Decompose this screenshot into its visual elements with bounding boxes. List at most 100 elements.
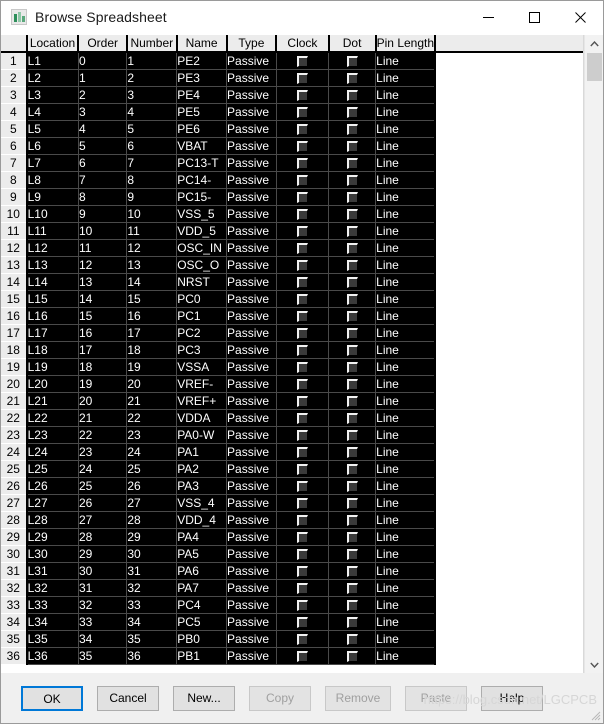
scrollbar-track[interactable] <box>585 81 603 656</box>
dot-checkbox[interactable] <box>346 430 358 442</box>
clock-checkbox[interactable] <box>296 566 308 578</box>
row-number-header[interactable]: 21 <box>1 392 28 410</box>
cell-pin-length[interactable]: Line <box>375 188 437 206</box>
cell-dot[interactable] <box>328 562 377 580</box>
cell-clock[interactable] <box>276 52 330 70</box>
cell-name[interactable]: PA2 <box>176 460 228 478</box>
cell-location[interactable]: L20 <box>26 375 79 393</box>
cell-number[interactable]: 23 <box>126 426 178 444</box>
cell-name[interactable]: VSS_4 <box>176 494 228 512</box>
cell-number[interactable]: 9 <box>126 188 178 206</box>
row-number-header[interactable]: 18 <box>1 341 28 359</box>
cell-clock[interactable] <box>276 69 330 87</box>
dot-checkbox[interactable] <box>346 583 358 595</box>
dot-checkbox[interactable] <box>346 90 358 102</box>
dot-checkbox[interactable] <box>346 175 358 187</box>
cell-pin-length[interactable]: Line <box>375 290 437 308</box>
cell-type[interactable]: Passive <box>226 511 277 529</box>
cell-order[interactable]: 25 <box>78 477 128 495</box>
cell-number[interactable]: 36 <box>126 647 178 665</box>
row-number-header[interactable]: 31 <box>1 562 28 580</box>
cell-number[interactable]: 32 <box>126 579 178 597</box>
cell-type[interactable]: Passive <box>226 647 277 665</box>
cell-location[interactable]: L13 <box>26 256 79 274</box>
row-number-header[interactable]: 28 <box>1 511 28 529</box>
table-row[interactable]: 5 L5 4 5 PE6 Passive Line <box>1 120 583 138</box>
cell-order[interactable]: 18 <box>78 358 128 376</box>
clock-checkbox[interactable] <box>296 464 308 476</box>
dot-checkbox[interactable] <box>346 379 358 391</box>
table-row[interactable]: 10 L10 9 10 VSS_5 Passive Line <box>1 205 583 223</box>
cell-name[interactable]: VDDA <box>176 409 228 427</box>
row-number-header[interactable]: 3 <box>1 86 28 104</box>
cell-pin-length[interactable]: Line <box>375 120 437 138</box>
cell-name[interactable]: PA0-W <box>176 426 228 444</box>
cell-pin-length[interactable]: Line <box>375 647 437 665</box>
cell-number[interactable]: 1 <box>126 52 178 70</box>
cell-order[interactable]: 5 <box>78 137 128 155</box>
dot-checkbox[interactable] <box>346 464 358 476</box>
cell-order[interactable]: 16 <box>78 324 128 342</box>
cell-type[interactable]: Passive <box>226 358 277 376</box>
dot-checkbox[interactable] <box>346 413 358 425</box>
cell-clock[interactable] <box>276 324 330 342</box>
cell-dot[interactable] <box>328 120 377 138</box>
cell-location[interactable]: L8 <box>26 171 79 189</box>
cell-location[interactable]: L9 <box>26 188 79 206</box>
cell-dot[interactable] <box>328 528 377 546</box>
table-row[interactable]: 9 L9 8 9 PC15- Passive Line <box>1 188 583 206</box>
cell-number[interactable]: 4 <box>126 103 178 121</box>
cell-dot[interactable] <box>328 52 377 70</box>
clock-checkbox[interactable] <box>296 396 308 408</box>
column-header-dot[interactable]: Dot <box>328 35 377 53</box>
cell-clock[interactable] <box>276 426 330 444</box>
cell-dot[interactable] <box>328 443 377 461</box>
cell-pin-length[interactable]: Line <box>375 222 437 240</box>
cell-type[interactable]: Passive <box>226 596 277 614</box>
cell-clock[interactable] <box>276 86 330 104</box>
cell-dot[interactable] <box>328 460 377 478</box>
clock-checkbox[interactable] <box>296 243 308 255</box>
table-row[interactable]: 31 L31 30 31 PA6 Passive Line <box>1 562 583 580</box>
cell-type[interactable]: Passive <box>226 409 277 427</box>
cell-name[interactable]: OSC_IN <box>176 239 228 257</box>
cell-clock[interactable] <box>276 511 330 529</box>
table-row[interactable]: 18 L18 17 18 PC3 Passive Line <box>1 341 583 359</box>
table-row[interactable]: 28 L28 27 28 VDD_4 Passive Line <box>1 511 583 529</box>
clock-checkbox[interactable] <box>296 158 308 170</box>
cell-pin-length[interactable]: Line <box>375 86 437 104</box>
cell-type[interactable]: Passive <box>226 324 277 342</box>
row-number-header[interactable]: 15 <box>1 290 28 308</box>
cell-pin-length[interactable]: Line <box>375 324 437 342</box>
cell-name[interactable]: OSC_O <box>176 256 228 274</box>
cell-location[interactable]: L3 <box>26 86 79 104</box>
cell-name[interactable]: VDD_4 <box>176 511 228 529</box>
cell-location[interactable]: L32 <box>26 579 79 597</box>
clock-checkbox[interactable] <box>296 175 308 187</box>
dot-checkbox[interactable] <box>346 515 358 527</box>
dot-checkbox[interactable] <box>346 56 358 68</box>
cell-type[interactable]: Passive <box>226 477 277 495</box>
cell-name[interactable]: PC15- <box>176 188 228 206</box>
cell-pin-length[interactable]: Line <box>375 613 437 631</box>
cell-location[interactable]: L34 <box>26 613 79 631</box>
cell-name[interactable]: PC1 <box>176 307 228 325</box>
row-number-header[interactable]: 1 <box>1 52 28 70</box>
clock-checkbox[interactable] <box>296 379 308 391</box>
cell-name[interactable]: PC2 <box>176 324 228 342</box>
cell-location[interactable]: L4 <box>26 103 79 121</box>
cell-type[interactable]: Passive <box>226 69 277 87</box>
table-row[interactable]: 30 L30 29 30 PA5 Passive Line <box>1 545 583 563</box>
cell-type[interactable]: Passive <box>226 579 277 597</box>
cell-dot[interactable] <box>328 511 377 529</box>
cell-dot[interactable] <box>328 205 377 223</box>
cell-type[interactable]: Passive <box>226 120 277 138</box>
cell-clock[interactable] <box>276 647 330 665</box>
cell-number[interactable]: 17 <box>126 324 178 342</box>
cell-number[interactable]: 7 <box>126 154 178 172</box>
cell-clock[interactable] <box>276 375 330 393</box>
cell-clock[interactable] <box>276 630 330 648</box>
cell-order[interactable]: 10 <box>78 222 128 240</box>
cell-pin-length[interactable]: Line <box>375 443 437 461</box>
cell-order[interactable]: 3 <box>78 103 128 121</box>
